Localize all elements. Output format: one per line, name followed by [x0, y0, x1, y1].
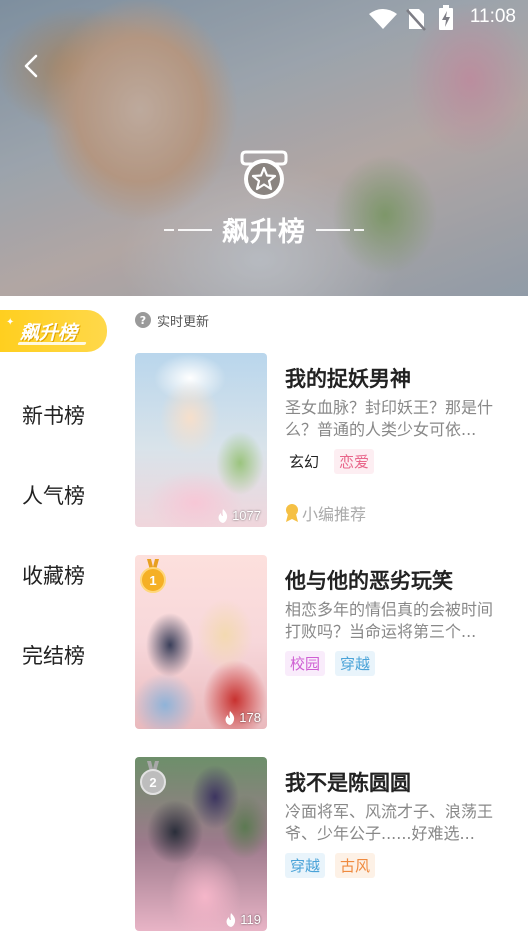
book-description: 冷面将军、风流才子、浪荡王爷、少年公子......好难选... [285, 802, 494, 843]
gold-medal-icon: 1 [140, 559, 166, 593]
flame-icon [225, 710, 235, 725]
ranking-title-text: 飙升榜 [222, 217, 306, 248]
rank-number: 1 [149, 573, 156, 588]
book-tag: 校园 [285, 651, 326, 676]
popularity-count: 1077 [217, 508, 261, 523]
sidebar-tab-rising-active[interactable]: ✦ 飙升榜 [0, 310, 107, 352]
book-tag: 穿越 [335, 651, 376, 676]
book-cover[interactable]: 1 178 [135, 555, 267, 729]
sidebar-item-completed[interactable]: 完结榜 [22, 640, 85, 670]
swoosh-decoration [17, 342, 87, 345]
popularity-count: 119 [225, 912, 261, 927]
ranking-title: 飙升榜 [0, 210, 528, 249]
book-description: 圣女血脉？封印妖王？那是什么？普通的人类少女可依... [285, 398, 494, 439]
silver-medal-icon: 2 [140, 761, 166, 795]
book-item-3[interactable]: 2 119 我不是陈圆圆 冷面将军、风流才子、浪荡王爷、少年公子......好难… [135, 757, 515, 931]
help-icon[interactable]: ? [135, 312, 151, 328]
flame-icon [218, 508, 228, 523]
book-title[interactable]: 我不是陈圆圆 [285, 767, 411, 797]
book-cover[interactable]: 1077 [135, 353, 267, 527]
popularity-count-value: 178 [239, 710, 261, 725]
book-tag: 古风 [335, 853, 376, 878]
back-arrow-icon[interactable] [18, 52, 46, 80]
sidebar-item-favorites[interactable]: 收藏榜 [22, 560, 85, 590]
realtime-notice: ? 实时更新 [135, 310, 209, 330]
popularity-count-value: 1077 [232, 508, 261, 523]
book-tags: 玄幻 恋爱 [285, 449, 375, 474]
book-tag: 玄幻 [289, 453, 320, 471]
ranking-sidebar: ✦ 飙升榜 新书榜 人气榜 收藏榜 完结榜 [0, 296, 120, 940]
popularity-count: 178 [224, 710, 261, 725]
book-tag: 穿越 [285, 853, 326, 878]
book-description: 相恋多年的情侣真的会被时间打败吗？当命运将第三个... [285, 600, 494, 641]
sidebar-item-new-books[interactable]: 新书榜 [22, 400, 85, 430]
rank-number: 2 [149, 775, 156, 790]
no-sim-icon [406, 9, 426, 31]
book-cover[interactable]: 2 119 [135, 757, 267, 931]
book-title[interactable]: 他与他的恶劣玩笑 [285, 565, 453, 595]
book-item-1[interactable]: 1077 我的捉妖男神 圣女血脉？封印妖王？那是什么？普通的人类少女可依... … [135, 353, 515, 527]
medal-star-icon [240, 150, 288, 199]
book-item-2[interactable]: 1 178 他与他的恶劣玩笑 相恋多年的情侣真的会被时间打败吗？当命运将第三个.… [135, 555, 515, 729]
book-tag: 恋爱 [334, 449, 375, 474]
editor-pick-badge: 小编推荐 [285, 501, 366, 525]
sparkle-icon: ✦ [6, 317, 15, 328]
popularity-count-value: 119 [240, 912, 261, 927]
title-dash-right [316, 228, 364, 231]
realtime-notice-text: 实时更新 [157, 314, 210, 330]
sidebar-item-popular[interactable]: 人气榜 [22, 480, 85, 510]
book-title[interactable]: 我的捉妖男神 [285, 363, 411, 393]
flame-icon [226, 912, 236, 927]
book-tags: 校园 穿越 [285, 651, 376, 676]
status-bar: 11:08 [0, 0, 528, 36]
title-dash-left [164, 228, 212, 231]
editor-pick-text: 小编推荐 [302, 505, 367, 524]
ribbon-medal-icon [286, 504, 298, 522]
battery-charging-icon [439, 5, 453, 30]
wifi-icon [369, 9, 397, 29]
book-tags: 穿越 古风 [285, 853, 376, 878]
header-banner: 11:08 飙升榜 [0, 0, 528, 296]
sidebar-tab-rising-label: 飙升榜 [20, 322, 78, 344]
status-time: 11:08 [469, 6, 516, 27]
